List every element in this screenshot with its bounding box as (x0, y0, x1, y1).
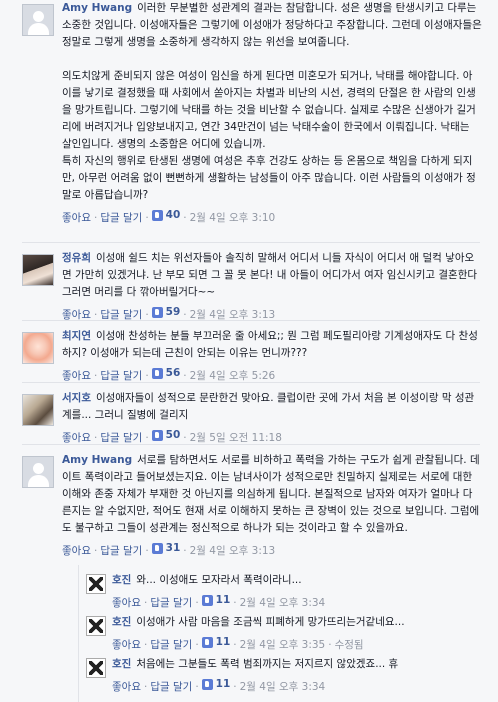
reply-link[interactable]: 답글 달기 (100, 370, 142, 382)
comment-actions: 좋아요 · 답글 달기 · 50 · 2월 5일 오전 11:18 (62, 427, 282, 444)
comment-text: 서로를 탐하면서도 서로를 비하하고 폭력을 가하는 구도가 쉽게 관찰됩니다.… (62, 454, 480, 534)
thumbs-up-icon (151, 307, 163, 318)
avatar[interactable] (86, 658, 106, 678)
comment-body: Amy Hwang 이러한 무분별한 성관계의 결과는 참담합니다. 성은 생명을… (62, 0, 482, 204)
reply-author[interactable]: 호진 (112, 616, 131, 628)
like-count[interactable]: 11 (201, 676, 230, 693)
like-link[interactable]: 좋아요 (62, 432, 91, 444)
divider (22, 382, 480, 383)
divider (22, 444, 480, 445)
timestamp[interactable]: 2월 4일 오후 3:13 (190, 545, 276, 557)
like-count[interactable]: 56 (151, 365, 180, 382)
like-link[interactable]: 좋아요 (62, 545, 91, 557)
avatar[interactable] (22, 4, 54, 36)
avatar[interactable] (22, 394, 54, 426)
thumbs-up-icon (151, 543, 163, 554)
edited-label[interactable]: 수정됨 (335, 639, 364, 651)
reply-actions: 좋아요 · 답글 달기 · 11 · 2월 4일 오후 3:35 · 수정됨 (112, 634, 364, 651)
like-link[interactable]: 좋아요 (62, 212, 91, 224)
like-link[interactable]: 좋아요 (112, 639, 141, 651)
reply-text: 처음에는 그분들도 폭력 범죄까지는 저지르지 않았겠죠... 휴 (136, 658, 399, 670)
comment-author[interactable]: 최지연 (62, 330, 91, 342)
divider (22, 320, 480, 321)
comment-actions: 좋아요 · 답글 달기 · 59 · 2월 4일 오후 3:13 (62, 304, 276, 321)
timestamp[interactable]: 2월 4일 오후 5:26 (190, 370, 276, 382)
avatar[interactable] (22, 332, 54, 364)
comment-body: 최지연 이성애 찬성하는 분들 부끄러운 줄 아세요;; 뭔 그럼 페도필리아랑 … (62, 328, 482, 362)
reply-link[interactable]: 답글 달기 (100, 212, 142, 224)
comment-author[interactable]: Amy Hwang (62, 454, 132, 466)
comment-author[interactable]: Amy Hwang (62, 2, 132, 14)
thumbs-up-icon (151, 430, 163, 441)
comment-text: 이성애자들이 성적으로 문란한건 맞아요. 클럽이란 곳에 가서 처음 본 이성… (62, 392, 475, 421)
thumbs-up-icon (151, 210, 163, 221)
like-link[interactable]: 좋아요 (62, 370, 91, 382)
comment-body: 정유희 이성애 쉴드 치는 위선자들아 솔직히 말해서 어디서 니들 자식이 어디… (62, 250, 482, 301)
avatar[interactable] (22, 456, 54, 488)
reply-link[interactable]: 답글 달기 (150, 681, 192, 693)
reply-text: 이성애가 사람 마음을 조금씩 피폐하게 망가뜨리는거같네요... (136, 616, 405, 628)
like-link[interactable]: 좋아요 (112, 681, 141, 693)
divider (22, 242, 480, 243)
comment-text: 이성애 찬성하는 분들 부끄러운 줄 아세요;; 뭔 그럼 페도필리아랑 기계성… (62, 330, 478, 359)
comment-author[interactable]: 정유희 (62, 252, 91, 264)
comment-author[interactable]: 서지호 (62, 392, 91, 404)
comment-actions: 좋아요 · 답글 달기 · 56 · 2월 4일 오후 5:26 (62, 365, 276, 382)
reply-link[interactable]: 답글 달기 (150, 597, 192, 609)
thumbs-up-icon (201, 595, 213, 606)
reply-body: 호진 와... 이성애도 모자라서 폭력이라니... (112, 572, 492, 589)
reply-body: 호진 처음에는 그분들도 폭력 범죄까지는 저지르지 않았겠죠... 휴 (112, 656, 492, 673)
timestamp[interactable]: 2월 4일 오후 3:35 (240, 639, 326, 651)
comment-actions: 좋아요 · 답글 달기 · 31 · 2월 4일 오후 3:13 (62, 540, 276, 557)
comment-body: Amy Hwang 서로를 탐하면서도 서로를 비하하고 폭력을 가하는 구도가 … (62, 452, 482, 537)
comment-actions: 좋아요 · 답글 달기 · 40 · 2월 4일 오후 3:10 (62, 207, 276, 224)
like-count[interactable]: 40 (151, 207, 180, 224)
reply-author[interactable]: 호진 (112, 574, 131, 586)
thumbs-up-icon (201, 679, 213, 690)
reply-actions: 좋아요 · 답글 달기 · 11 · 2월 4일 오후 3:34 (112, 592, 326, 609)
comment-text: 이성애 쉴드 치는 위선자들아 솔직히 말해서 어디서 니들 자식이 어디서 애… (62, 252, 481, 298)
like-count[interactable]: 31 (151, 540, 180, 557)
reply-link[interactable]: 답글 달기 (100, 545, 142, 557)
timestamp[interactable]: 2월 4일 오후 3:34 (240, 681, 326, 693)
avatar[interactable] (86, 574, 106, 594)
comment-text: 이러한 무분별한 성관계의 결과는 참담합니다. 성은 생명을 탄생시키고 다루… (62, 2, 482, 201)
reply-actions: 좋아요 · 답글 달기 · 11 · 2월 4일 오후 3:34 (112, 676, 326, 693)
reply-link[interactable]: 답글 달기 (100, 432, 142, 444)
like-count[interactable]: 50 (151, 427, 180, 444)
thumbs-up-icon (151, 368, 163, 379)
timestamp[interactable]: 2월 5일 오전 11:18 (190, 432, 282, 444)
like-count[interactable]: 59 (151, 304, 180, 321)
like-count[interactable]: 11 (201, 634, 230, 651)
reply-text: 와... 이성애도 모자라서 폭력이라니... (136, 574, 302, 586)
reply-author[interactable]: 호진 (112, 658, 131, 670)
comment-body: 서지호 이성애자들이 성적으로 문란한건 맞아요. 클럽이란 곳에 가서 처음 본… (62, 390, 482, 424)
like-link[interactable]: 좋아요 (112, 597, 141, 609)
reply-link[interactable]: 답글 달기 (150, 639, 192, 651)
comment-feed: Amy Hwang 이러한 무분별한 성관계의 결과는 참담합니다. 성은 생명을… (0, 0, 498, 702)
thumbs-up-icon (201, 637, 213, 648)
like-count[interactable]: 11 (201, 592, 230, 609)
avatar[interactable] (22, 254, 54, 286)
timestamp[interactable]: 2월 4일 오후 3:10 (190, 212, 276, 224)
timestamp[interactable]: 2월 4일 오후 3:34 (240, 597, 326, 609)
avatar[interactable] (86, 616, 106, 636)
reply-body: 호진 이성애가 사람 마음을 조금씩 피폐하게 망가뜨리는거같네요... (112, 614, 492, 631)
